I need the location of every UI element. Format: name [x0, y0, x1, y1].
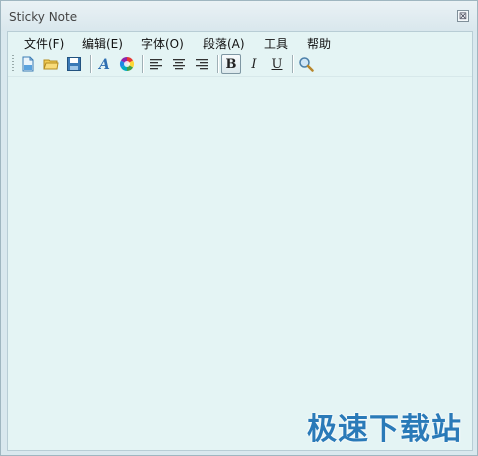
- align-right-icon: [196, 59, 208, 70]
- align-center-icon: [173, 59, 185, 70]
- color-button[interactable]: [117, 54, 137, 74]
- note-text-area[interactable]: [8, 77, 472, 450]
- italic-button[interactable]: I: [244, 54, 264, 74]
- search-button[interactable]: [296, 54, 316, 74]
- menu-help[interactable]: 帮助: [307, 35, 331, 52]
- title-bar[interactable]: Sticky Note ⊠: [1, 1, 477, 31]
- menu-edit[interactable]: 编辑(E): [82, 35, 123, 52]
- toolbar-separator: [217, 55, 218, 73]
- menu-paragraph[interactable]: 段落(A): [203, 35, 245, 52]
- menu-file[interactable]: 文件(F): [24, 35, 64, 52]
- align-left-button[interactable]: [146, 54, 166, 74]
- note-panel: 文件(F) 编辑(E) 字体(O) 段落(A) 工具 帮助 A B I U 极速…: [7, 31, 473, 451]
- color-wheel-icon: [120, 57, 134, 71]
- toolbar-separator: [292, 55, 293, 73]
- svg-text:A: A: [97, 57, 110, 72]
- font-button[interactable]: A: [94, 54, 114, 74]
- close-icon: ⊠: [458, 11, 468, 22]
- new-document-button[interactable]: [18, 54, 38, 74]
- align-left-icon: [150, 59, 162, 70]
- bold-icon: B: [225, 56, 237, 72]
- menu-font[interactable]: 字体(O): [141, 35, 184, 52]
- watermark-logo: 极速下载站: [307, 412, 462, 447]
- menu-tools[interactable]: 工具: [264, 35, 288, 52]
- bold-button[interactable]: B: [221, 54, 241, 74]
- font-icon: A: [97, 57, 110, 72]
- window-title: Sticky Note: [9, 10, 78, 24]
- sticky-note-window: Sticky Note ⊠ 文件(F) 编辑(E) 字体(O) 段落(A) 工具…: [0, 0, 478, 456]
- close-button[interactable]: ⊠: [457, 10, 469, 22]
- menu-bar: 文件(F) 编辑(E) 字体(O) 段落(A) 工具 帮助: [8, 32, 472, 52]
- align-right-button[interactable]: [192, 54, 212, 74]
- underline-icon: U: [271, 56, 283, 72]
- open-folder-icon: [43, 59, 59, 70]
- toolbar-separator: [90, 55, 91, 73]
- open-button[interactable]: [41, 54, 61, 74]
- toolbar-separator: [142, 55, 143, 73]
- search-icon: [299, 57, 314, 72]
- toolbar-grip[interactable]: [12, 55, 14, 73]
- underline-button[interactable]: U: [267, 54, 287, 74]
- save-button[interactable]: [64, 54, 84, 74]
- toolbar: A B I U: [8, 52, 472, 77]
- italic-icon: I: [251, 56, 257, 72]
- align-center-button[interactable]: [169, 54, 189, 74]
- new-document-icon: [22, 56, 34, 72]
- save-icon: [67, 57, 81, 71]
